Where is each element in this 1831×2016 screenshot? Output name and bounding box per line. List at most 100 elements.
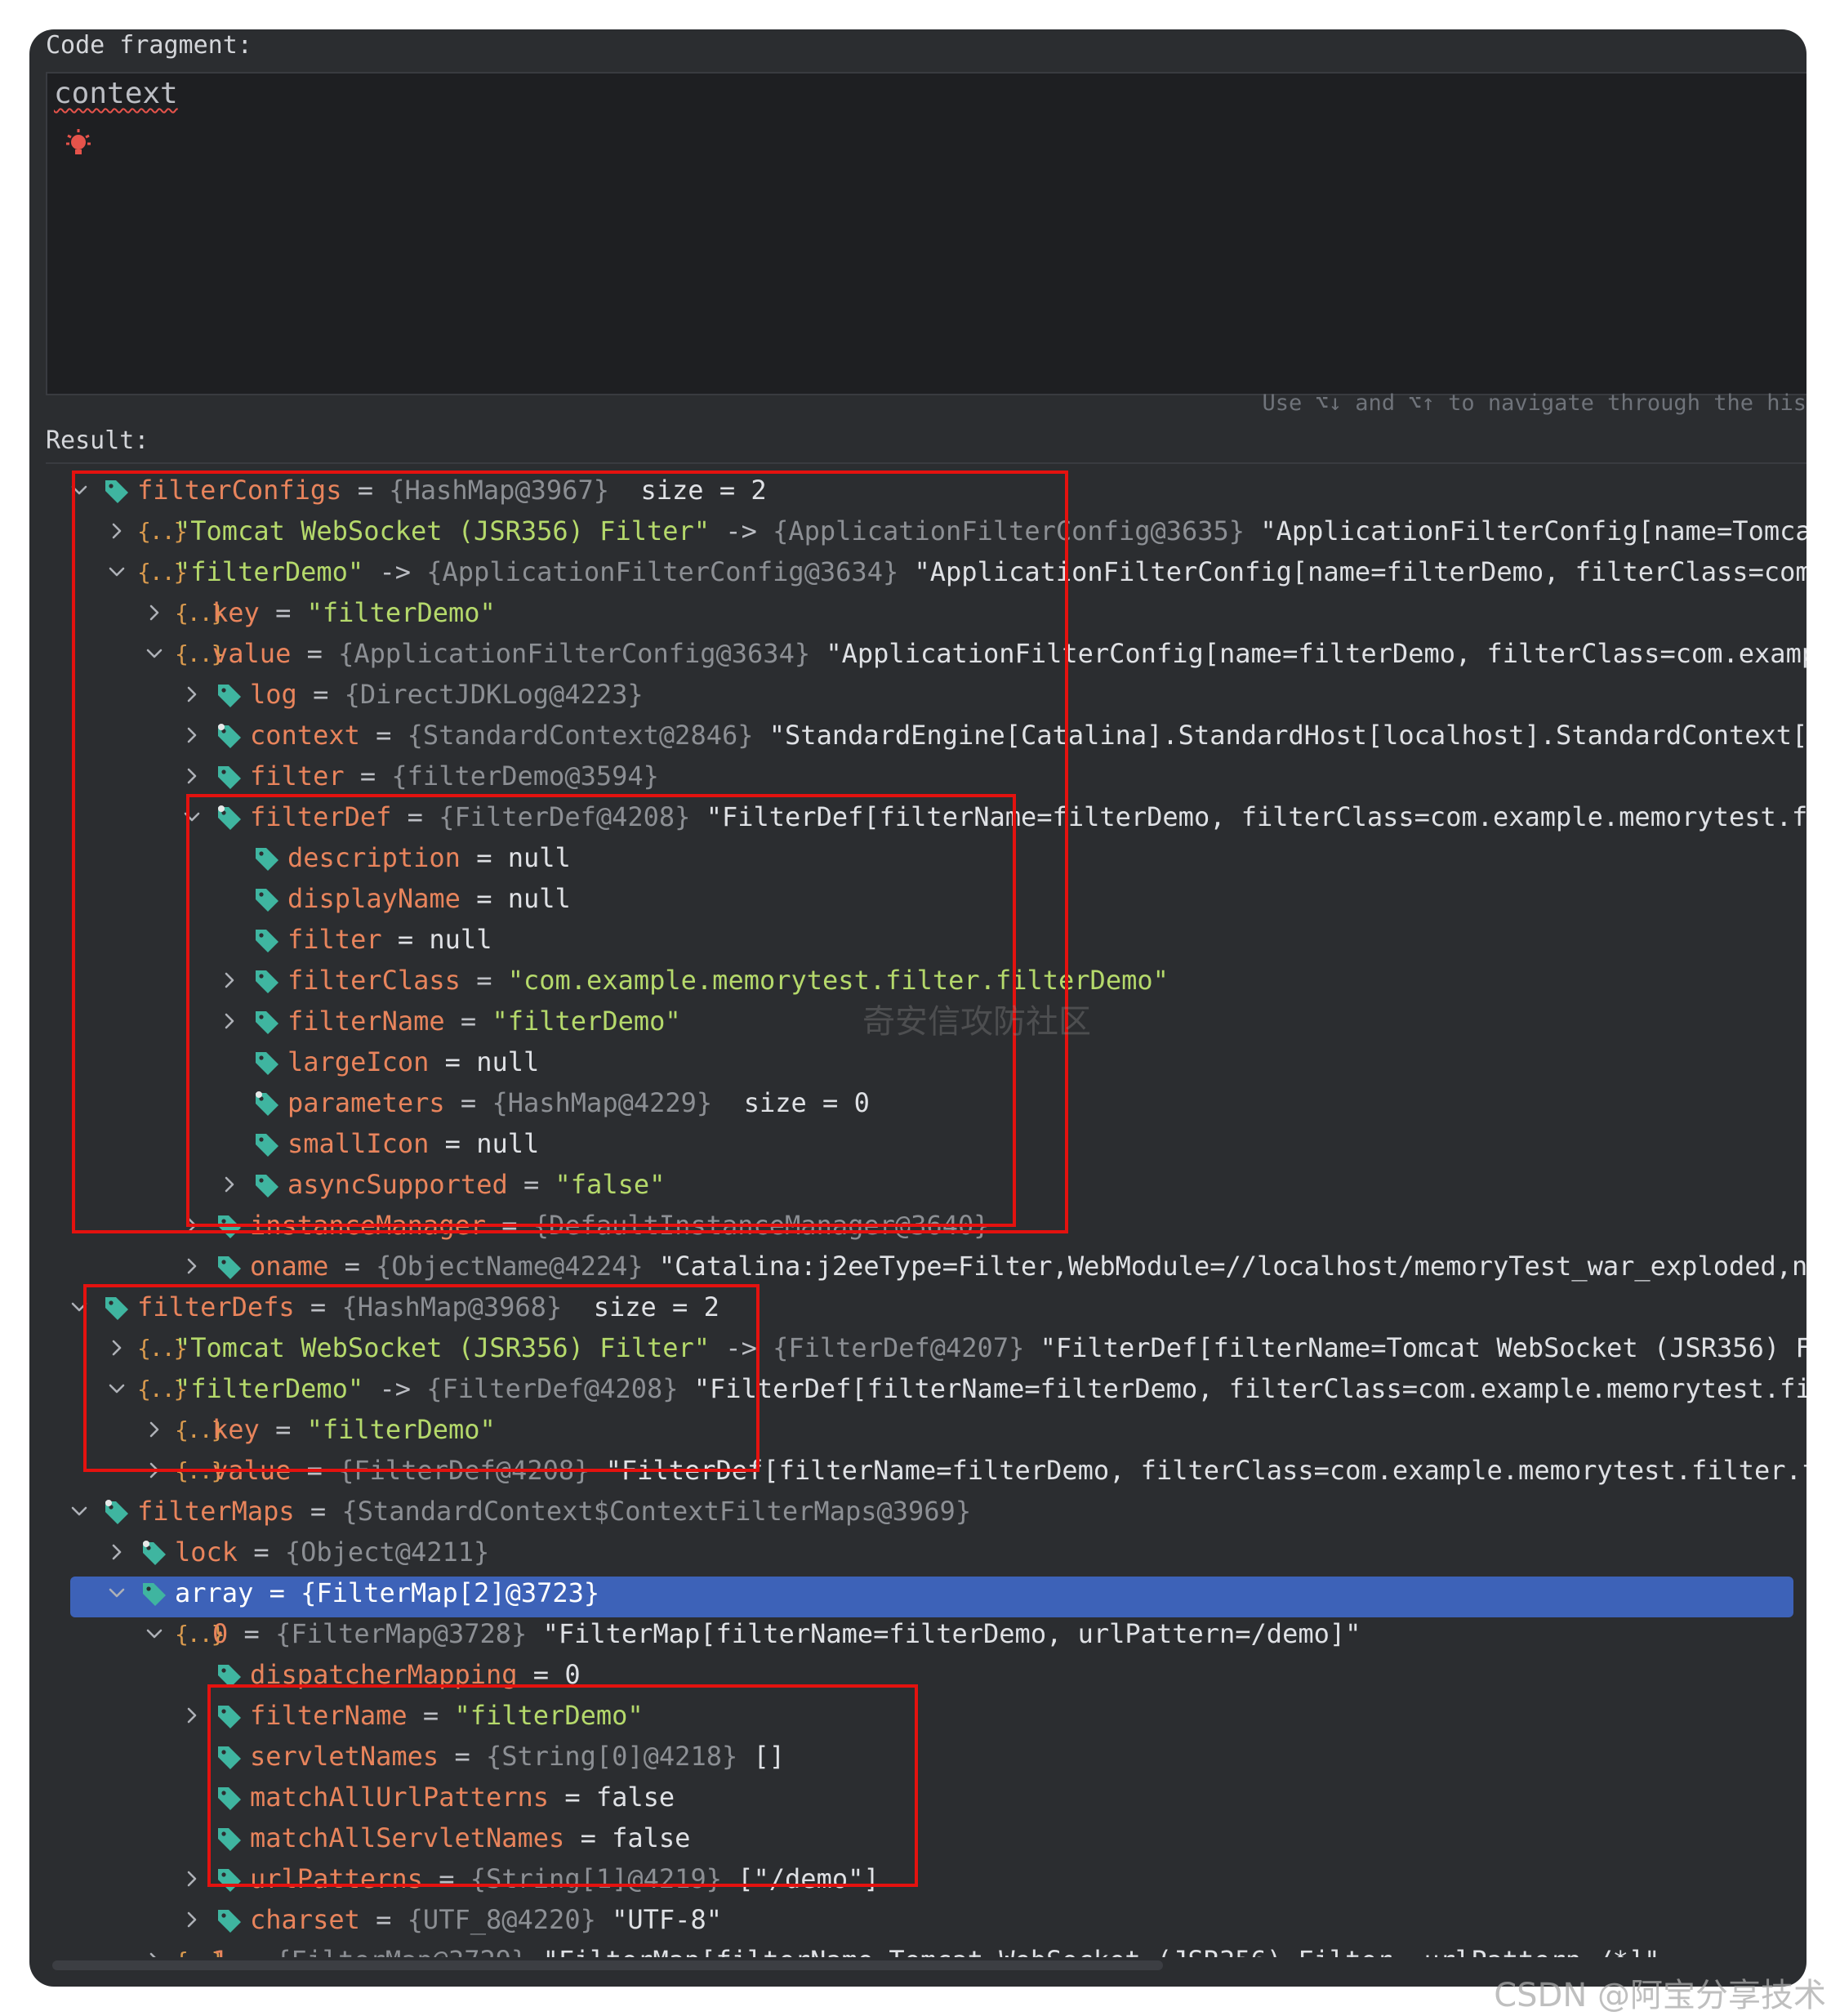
chevron-right-icon[interactable] [175, 1899, 212, 1940]
chevron-right-icon[interactable] [175, 1246, 212, 1287]
chevron-right-icon[interactable] [175, 1205, 212, 1246]
variable-name: matchAllServletNames [250, 1822, 565, 1853]
tree-row[interactable]: lock = {Object@4211} [51, 1532, 1806, 1572]
chevron-right-icon[interactable] [100, 1327, 137, 1368]
chevron-down-icon[interactable] [137, 1613, 175, 1654]
field-tag-icon [212, 1818, 250, 1858]
variable-name: filterConfigs [137, 475, 342, 506]
map-entry-icon: {..} [175, 1416, 225, 1443]
chevron-right-icon[interactable] [175, 674, 212, 715]
chevron-right-icon[interactable] [212, 1164, 250, 1205]
tree-row[interactable]: filter = {filterDemo@3594} [51, 756, 1806, 796]
tree-row[interactable]: {..} "filterDemo" -> {ApplicationFilterCo… [51, 551, 1806, 592]
variable-value-part: = 0 [517, 1659, 581, 1690]
chevron-right-icon[interactable] [100, 1532, 137, 1572]
result-variables-tree[interactable]: filterConfigs = {HashMap@3967} size = 2{… [51, 469, 1806, 1957]
tree-row-selected[interactable]: array = {FilterMap[2]@3723} [51, 1572, 1806, 1613]
chevron-down-icon[interactable] [175, 796, 212, 837]
chevron-right-icon[interactable] [212, 1001, 250, 1041]
tree-row[interactable]: filterMaps = {StandardContext$ContextFil… [51, 1491, 1806, 1532]
tree-row[interactable]: asyncSupported = "false" [51, 1164, 1806, 1205]
tree-row[interactable]: context = {StandardContext@2846} "Standa… [51, 715, 1806, 756]
tree-row[interactable]: smallIcon = null [51, 1123, 1806, 1164]
tree-row[interactable]: instanceManager = {DefaultInstanceManage… [51, 1205, 1806, 1246]
chevron-right-icon[interactable] [100, 511, 137, 551]
tree-row[interactable]: largeIcon = null [51, 1041, 1806, 1082]
chevron-right-icon[interactable] [137, 1409, 175, 1450]
lightbulb-error-icon[interactable] [65, 127, 91, 160]
code-fragment-editor[interactable]: context [46, 72, 1806, 395]
chevron-down-icon[interactable] [62, 1287, 100, 1327]
qianxin-watermark: 奇安信攻防社区 [862, 1003, 1091, 1041]
chevron-down-icon[interactable] [62, 1491, 100, 1532]
tree-row[interactable]: urlPatterns = {String[1]@4219} ["/demo"] [51, 1858, 1806, 1899]
tree-row[interactable]: {..} "Tomcat WebSocket (JSR356) Filter" -… [51, 511, 1806, 551]
tree-row[interactable]: {..} "filterDemo" -> {FilterDef@4208} "Fi… [51, 1368, 1806, 1409]
map-entry-icon: {..} [175, 599, 225, 627]
chevron-down-icon[interactable] [62, 470, 100, 511]
chevron-right-icon[interactable] [175, 1858, 212, 1899]
tree-row[interactable]: {..}1 = {FilterMap@3729} "FilterMap[filt… [51, 1940, 1806, 1957]
tree-row[interactable]: charset = {UTF_8@4220} "UTF-8" [51, 1899, 1806, 1940]
chevron-right-icon[interactable] [212, 960, 250, 1001]
variable-value-part: "FilterDef[filterName=filterDemo, filter… [693, 1373, 1806, 1404]
tree-row[interactable]: filterDefs = {HashMap@3968} size = 2 [51, 1287, 1806, 1327]
tree-row[interactable]: {..} "Tomcat WebSocket (JSR356) Filter" -… [51, 1327, 1806, 1368]
variable-value-part: = null [460, 883, 571, 914]
chevron-down-icon[interactable] [100, 1572, 137, 1613]
tree-row[interactable]: filterName = "filterDemo" [51, 1695, 1806, 1736]
tree-row[interactable]: filterDef = {FilterDef@4208} "FilterDef[… [51, 796, 1806, 837]
tree-row[interactable]: dispatcherMapping = 0 [51, 1654, 1806, 1695]
variable-name: filterMaps [137, 1496, 295, 1527]
tree-row[interactable]: {..} value = {FilterDef@4208} "FilterDef[… [51, 1450, 1806, 1491]
chevron-down-icon[interactable] [100, 1368, 137, 1409]
chevron-right-icon[interactable] [137, 592, 175, 633]
chevron-right-icon[interactable] [175, 756, 212, 796]
tree-row[interactable]: parameters = {HashMap@4229} size = 0 [51, 1082, 1806, 1123]
chevron-right-icon[interactable] [137, 1940, 175, 1957]
tree-row[interactable]: log = {DirectJDKLog@4223} [51, 674, 1806, 715]
tree-row[interactable]: oname = {ObjectName@4224} "Catalina:j2ee… [51, 1246, 1806, 1287]
tree-row[interactable]: description = null [51, 837, 1806, 878]
variable-value-part: size = 2 [608, 475, 767, 506]
variable-name: filterName [287, 1006, 445, 1037]
tree-row[interactable]: displayName = null [51, 878, 1806, 919]
chevron-right-icon[interactable] [175, 715, 212, 756]
code-fragment-text[interactable]: context [54, 77, 178, 110]
tree-row[interactable]: matchAllUrlPatterns = false [51, 1777, 1806, 1818]
variable-value-part: {StandardContext@2846} [407, 720, 754, 751]
tree-row[interactable]: {..} key = "filterDemo" [51, 1409, 1806, 1450]
variable-name: value [212, 638, 292, 669]
tree-row[interactable]: matchAllServletNames = false [51, 1818, 1806, 1858]
variable-value-part: {HashMap@3968} [341, 1291, 563, 1322]
result-label: Result: [46, 426, 149, 455]
field-tag-icon [212, 1858, 250, 1899]
tree-row[interactable]: {..} value = {ApplicationFilterConfig@363… [51, 633, 1806, 674]
chevron-right-icon[interactable] [137, 1450, 175, 1491]
tree-row[interactable]: {..} 0 = {FilterMap@3728} "FilterMap[filt… [51, 1613, 1806, 1654]
variable-value-part: "Catalina:j2eeType=Filter,WebModule=//lo… [643, 1251, 1806, 1282]
tree-row[interactable]: filter = null [51, 919, 1806, 960]
variable-value-part: = null [381, 924, 492, 955]
variable-value-part: = [291, 638, 339, 669]
variable-value-part: "UTF-8" [595, 1904, 722, 1935]
variable-value-part: = [291, 1455, 339, 1486]
map-entry-icon: {..} [137, 517, 187, 545]
chevron-down-icon[interactable] [100, 551, 137, 592]
chevron-down-icon[interactable] [137, 633, 175, 674]
variable-name: charset [250, 1904, 360, 1935]
map-entry-icon: {..} [175, 1456, 225, 1484]
variable-value-part: size = 0 [712, 1087, 870, 1118]
variable-value-part: "FilterDef[filterName=filterDemo, filter… [590, 1455, 1806, 1486]
chevron-right-icon[interactable] [175, 1695, 212, 1736]
horizontal-scrollbar[interactable] [52, 1960, 1163, 1970]
tree-row[interactable]: servletNames = {String[0]@4218} [] [51, 1736, 1806, 1777]
tree-row[interactable]: filterConfigs = {HashMap@3967} size = 2 [51, 470, 1806, 511]
variable-value-part: = [391, 801, 439, 832]
tree-row[interactable]: {..} key = "filterDemo" [51, 592, 1806, 633]
